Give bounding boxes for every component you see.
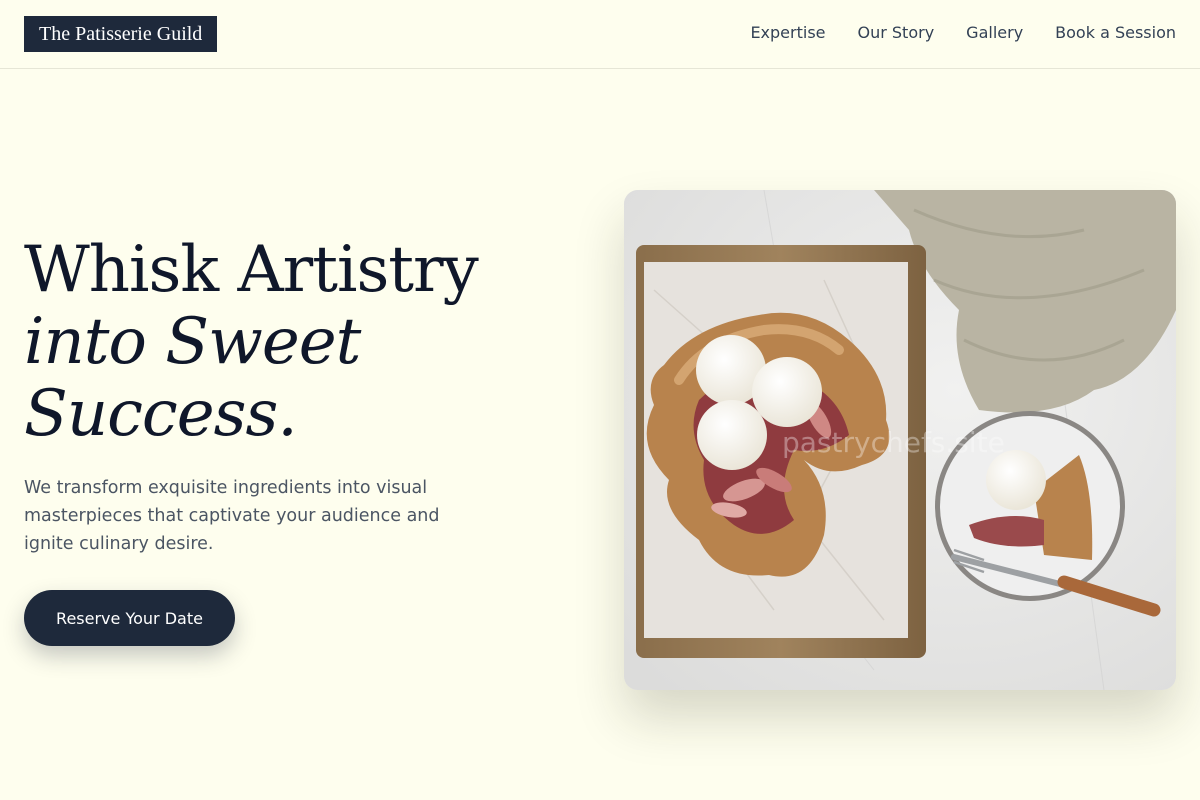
nav-link-book-session[interactable]: Book a Session bbox=[1055, 22, 1176, 44]
brand-logo[interactable]: The Patisserie Guild bbox=[24, 16, 218, 52]
image-watermark: pastrychefs.site bbox=[782, 426, 1005, 459]
hero-title-line-2: into Sweet bbox=[24, 305, 361, 379]
main-nav: Expertise Our Story Gallery Book a Sessi… bbox=[750, 22, 1176, 44]
hero-image: pastrychefs.site bbox=[624, 190, 1176, 690]
hero-title-line-3: Success. bbox=[24, 377, 298, 451]
site-header: The Patisserie Guild Expertise Our Story… bbox=[0, 0, 1200, 69]
nav-link-gallery[interactable]: Gallery bbox=[966, 22, 1023, 44]
hero-title: Whisk Artistry into Sweet Success. bbox=[24, 234, 584, 450]
nav-link-our-story[interactable]: Our Story bbox=[858, 22, 935, 44]
hero-title-line-1: Whisk Artistry bbox=[24, 233, 479, 307]
reserve-date-button[interactable]: Reserve Your Date bbox=[24, 590, 235, 646]
hero-subtitle: We transform exquisite ingredients into … bbox=[24, 478, 440, 554]
nav-link-expertise[interactable]: Expertise bbox=[750, 22, 825, 44]
